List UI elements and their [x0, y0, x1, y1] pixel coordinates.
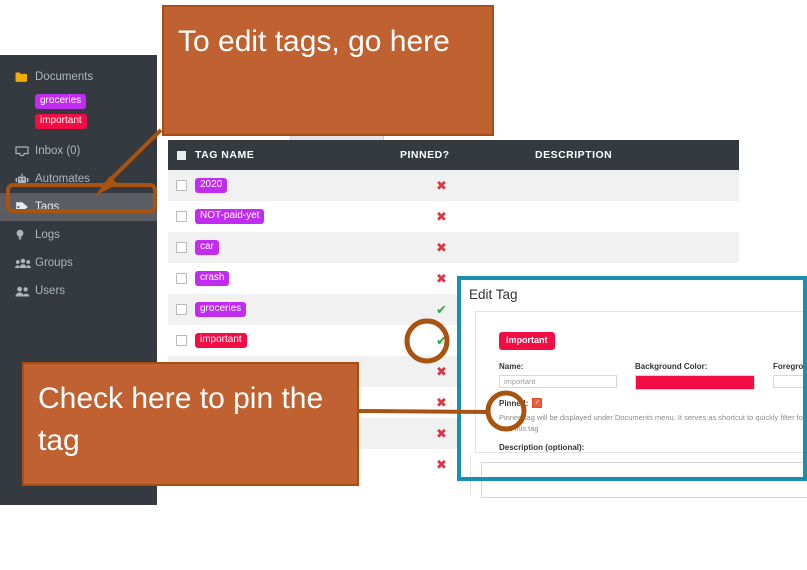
annotation-callout-edit-tags: To edit tags, go here	[162, 5, 494, 136]
tag-badge: important	[195, 333, 247, 348]
background-color-swatch[interactable]	[635, 375, 755, 390]
row-checkbox[interactable]	[168, 335, 195, 346]
tag-badge: crash	[195, 271, 230, 286]
pinned-yes-icon: ✔	[436, 333, 447, 348]
sidebar-item-label: Tags	[35, 201, 60, 213]
checkbox-icon	[176, 304, 187, 315]
cell-pinned: ✖	[400, 241, 535, 254]
panel-title: Edit Tag	[469, 287, 518, 302]
table-row[interactable]: car ✖	[168, 232, 739, 263]
pinned-helper-text: Pinned tag will be displayed under Docum…	[499, 413, 805, 433]
row-checkbox[interactable]	[168, 242, 195, 253]
annotation-callout-pin-tag: Check here to pin the tag	[22, 362, 359, 486]
sidebar-item-groups[interactable]: Groups	[0, 249, 157, 277]
card-left-border	[470, 455, 471, 496]
pinned-field-group: Pinned: ✓	[499, 398, 805, 408]
checkbox-icon	[176, 335, 187, 346]
cell-tag-name: car	[195, 240, 400, 255]
folder-icon	[15, 72, 35, 83]
pinned-checkbox[interactable]: ✓	[532, 398, 543, 408]
pinned-tag-badge: groceries	[35, 93, 87, 109]
tag-badge: car	[195, 240, 219, 255]
table-row[interactable]: 2020 ✖	[168, 170, 739, 201]
sidebar-item-label: Inbox (0)	[35, 145, 81, 157]
select-all-checkbox[interactable]	[168, 150, 195, 160]
foreground-color-swatch[interactable]	[773, 375, 805, 388]
sidebar-item-label: Logs	[35, 229, 60, 241]
checkbox-icon	[177, 150, 186, 160]
robot-icon	[15, 173, 35, 185]
tag-preview-badge: important	[499, 332, 555, 350]
sidebar-item-label: Documents	[35, 71, 94, 83]
tag-preview: important	[499, 330, 805, 350]
inbox-icon	[15, 145, 35, 157]
sidebar-item-inbox[interactable]: Inbox (0)	[0, 137, 157, 165]
cell-tag-name: 2020	[195, 178, 400, 193]
sidebar-item-documents[interactable]: Documents	[0, 63, 157, 91]
table-row[interactable]: NOT-paid-yet ✖	[168, 201, 739, 232]
sidebar-item-label: Users	[35, 285, 66, 297]
name-input[interactable]: important	[499, 375, 617, 388]
tag-badge: groceries	[195, 302, 247, 317]
sidebar-pinned-tag-groceries[interactable]: groceries	[0, 91, 157, 111]
row-checkbox[interactable]	[168, 273, 195, 284]
users-icon	[15, 286, 35, 297]
bulb-icon	[15, 229, 35, 241]
pinned-no-icon: ✖	[436, 395, 447, 410]
cell-tag-name: crash	[195, 271, 400, 286]
tag-badge: NOT-paid-yet	[195, 209, 265, 224]
name-field-group: Name: important	[499, 362, 617, 390]
background-color-field-group: Background Color:	[635, 362, 755, 390]
foreground-color-field-group: Foreground Color:	[773, 362, 805, 390]
row-checkbox[interactable]	[168, 304, 195, 315]
cell-pinned: ✖	[400, 210, 535, 223]
tag-badge: 2020	[195, 178, 228, 193]
sidebar-item-logs[interactable]: Logs	[0, 221, 157, 249]
groups-icon	[15, 258, 35, 269]
pinned-no-icon: ✖	[436, 178, 447, 193]
column-header-pinned[interactable]: PINNED?	[400, 149, 535, 161]
sidebar-item-automates[interactable]: Automates	[0, 165, 157, 193]
row-checkbox[interactable]	[168, 211, 195, 222]
pinned-label: Pinned:	[499, 398, 529, 408]
sidebar-item-label: Automates	[35, 173, 90, 185]
column-header-tag-name[interactable]: TAG NAME	[195, 149, 400, 161]
sidebar-item-tags[interactable]: Tags	[0, 193, 157, 221]
checkbox-icon	[176, 180, 187, 191]
pinned-no-icon: ✖	[436, 271, 447, 286]
table-header-row: TAG NAME PINNED? DESCRIPTION	[168, 140, 739, 170]
background-color-label: Background Color:	[635, 362, 708, 371]
sidebar-pinned-tag-important[interactable]: important	[0, 111, 157, 131]
pinned-tag-badge: important	[35, 113, 87, 129]
sidebar-item-users[interactable]: Users	[0, 277, 157, 305]
pinned-no-icon: ✖	[436, 209, 447, 224]
row-checkbox[interactable]	[168, 180, 195, 191]
pinned-no-icon: ✖	[436, 240, 447, 255]
pinned-no-icon: ✖	[436, 457, 447, 472]
sidebar-item-label: Groups	[35, 257, 73, 269]
annotation-text: Check here to pin the tag	[38, 382, 324, 457]
foreground-color-label: Foreground Color:	[773, 362, 805, 371]
description-label: Description (optional):	[499, 443, 585, 452]
column-header-description[interactable]: DESCRIPTION	[535, 149, 739, 161]
checkbox-icon	[176, 242, 187, 253]
cell-pinned: ✖	[400, 179, 535, 192]
cell-tag-name: groceries	[195, 302, 400, 317]
checkbox-icon	[176, 273, 187, 284]
edit-tag-card: important Name: important Background Col…	[475, 311, 805, 453]
annotation-text: To edit tags, go here	[178, 25, 450, 58]
pinned-yes-icon: ✔	[436, 302, 447, 317]
pinned-no-icon: ✖	[436, 426, 447, 441]
pinned-no-icon: ✖	[436, 364, 447, 379]
description-textarea[interactable]	[481, 462, 807, 498]
edit-tag-panel: Edit Tag important Name: important Backg…	[457, 276, 805, 481]
name-label: Name:	[499, 362, 524, 371]
color-fields-row: Name: important Background Color: Foregr…	[499, 362, 805, 390]
cell-tag-name: important	[195, 333, 400, 348]
cell-tag-name: NOT-paid-yet	[195, 209, 400, 224]
checkbox-icon	[176, 211, 187, 222]
tag-icon	[15, 201, 35, 213]
